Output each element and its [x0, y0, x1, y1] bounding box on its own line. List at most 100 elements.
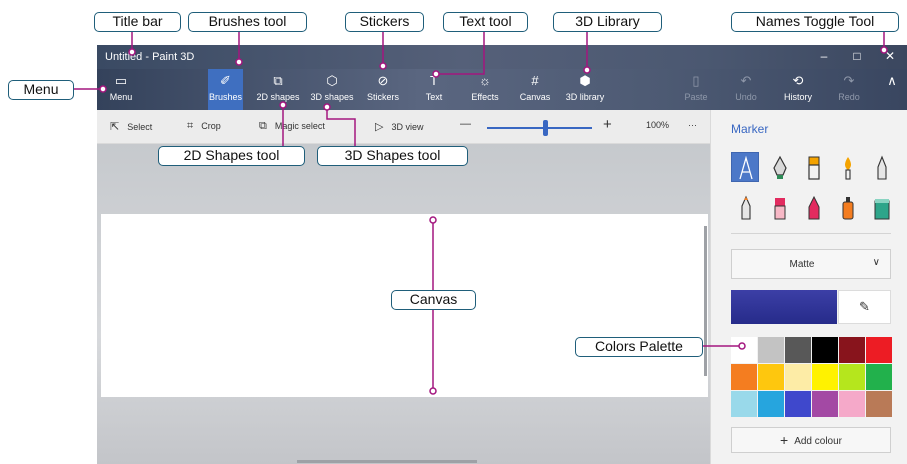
color-swatch[interactable]: [839, 364, 865, 390]
color-swatch[interactable]: [785, 337, 811, 363]
paste-button[interactable]: ▯ Paste: [681, 69, 711, 110]
callout-3d-library: 3D Library: [553, 12, 662, 32]
color-swatch[interactable]: [785, 391, 811, 417]
undo-icon: ↶: [740, 73, 752, 88]
tab-stickers[interactable]: ⊘ Stickers: [364, 69, 402, 110]
magic-select-button[interactable]: ⧉ Magic select: [259, 120, 325, 133]
tab-3d-shapes[interactable]: ⬡ 3D shapes: [309, 69, 355, 110]
tab-effects-label: Effects: [471, 92, 499, 102]
marker-brush[interactable]: [731, 152, 759, 182]
color-swatch[interactable]: [866, 364, 892, 390]
callout-title-bar: Title bar: [94, 12, 181, 32]
calligraphy-pen-icon: [773, 155, 787, 179]
watercolor-icon: [845, 157, 851, 180]
history-button[interactable]: ⟲ History: [780, 69, 816, 110]
finish-dropdown[interactable]: Matte ∨: [731, 249, 891, 279]
calligraphy-pen-brush[interactable]: [765, 152, 793, 182]
color-swatch[interactable]: [731, 364, 757, 390]
tab-3d-shapes-label: 3D shapes: [310, 92, 354, 102]
color-swatch[interactable]: [839, 337, 865, 363]
pencil-icon: [877, 155, 887, 180]
ribbon: ▭ Menu ✐ Brushes ⧉ 2D shapes ⬡ 3D shapes…: [97, 69, 907, 110]
tab-2d-shapes[interactable]: ⧉ 2D shapes: [255, 69, 301, 110]
clipboard-icon: ▯: [692, 73, 700, 88]
crop-button[interactable]: ⌗ Crop: [187, 120, 221, 133]
highlighter-brush[interactable]: [833, 192, 861, 222]
zoom-slider-thumb[interactable]: [542, 120, 548, 136]
sun-icon: ☼: [479, 73, 491, 88]
tab-canvas[interactable]: # Canvas: [518, 69, 552, 110]
minimize-button[interactable]: –: [816, 49, 832, 63]
vertical-scrollbar[interactable]: [704, 226, 707, 376]
chevron-down-icon: ∨: [872, 257, 880, 268]
eyedropper-icon: ✎: [859, 299, 870, 314]
color-swatch[interactable]: [812, 391, 838, 417]
names-toggle-button[interactable]: ∧: [882, 69, 902, 110]
tab-canvas-label: Canvas: [519, 92, 551, 102]
select-button[interactable]: ⇱ Select: [110, 120, 152, 133]
maximize-button[interactable]: □: [849, 49, 865, 63]
eyedropper-button[interactable]: ✎: [838, 290, 891, 324]
3d-view-button[interactable]: ▷ 3D view: [375, 120, 423, 133]
select-label: Select: [127, 122, 153, 132]
tab-3d-library[interactable]: ⬢ 3D library: [563, 69, 607, 110]
redo-icon: ↷: [843, 73, 855, 88]
color-swatch[interactable]: [812, 337, 838, 363]
color-swatch[interactable]: [731, 391, 757, 417]
zoom-out-button[interactable]: —: [460, 118, 471, 130]
undo-button[interactable]: ↶ Undo: [731, 69, 761, 110]
color-swatch[interactable]: [785, 364, 811, 390]
library-icon: ⬢: [579, 73, 591, 88]
history-icon: ⟲: [792, 73, 804, 88]
crayon-icon: [741, 195, 751, 220]
color-swatch[interactable]: [731, 337, 757, 363]
crayon-brush[interactable]: [731, 192, 759, 222]
add-colour-button[interactable]: + Add colour: [731, 427, 891, 453]
tab-effects[interactable]: ☼ Effects: [468, 69, 502, 110]
tab-brushes[interactable]: ✐ Brushes: [208, 69, 243, 110]
color-swatch[interactable]: [812, 364, 838, 390]
color-swatch[interactable]: [866, 391, 892, 417]
plus-icon: +: [780, 432, 789, 448]
tab-text[interactable]: T Text: [419, 69, 449, 110]
undo-label: Undo: [735, 92, 757, 102]
oil-brush-icon: [808, 156, 820, 180]
horizontal-scrollbar[interactable]: [297, 460, 477, 463]
spray-can-brush[interactable]: [799, 192, 827, 222]
toolbar: ⇱ Select ⌗ Crop ⧉ Magic select ▷ 3D view — +…: [97, 110, 710, 144]
shapes-2d-icon: ⧉: [273, 73, 283, 88]
marker-icon: [739, 155, 753, 180]
color-swatch[interactable]: [758, 337, 784, 363]
text-icon: T: [430, 73, 438, 88]
magic-select-label: Magic select: [274, 121, 325, 131]
callout-colors-palette: Colors Palette: [575, 337, 703, 357]
zoom-slider[interactable]: [487, 120, 592, 136]
zoom-in-button[interactable]: +: [603, 116, 612, 133]
add-colour-label: Add colour: [794, 436, 842, 447]
color-swatch[interactable]: [839, 391, 865, 417]
fill-brush[interactable]: [867, 192, 895, 222]
redo-button[interactable]: ↷ Redo: [834, 69, 864, 110]
color-swatch[interactable]: [866, 337, 892, 363]
pixel-pen-brush[interactable]: [765, 192, 793, 222]
more-options-button[interactable]: ···: [688, 120, 697, 130]
panel-title: Marker: [731, 122, 769, 136]
menu-button[interactable]: ▭ Menu: [101, 69, 141, 110]
oil-brush-brush[interactable]: [799, 152, 827, 182]
callout-names-toggle: Names Toggle Tool: [731, 12, 899, 32]
color-swatch[interactable]: [758, 364, 784, 390]
finish-value: Matte: [789, 259, 815, 270]
3d-view-label: 3D view: [391, 122, 424, 132]
history-label: History: [783, 92, 812, 102]
color-swatch[interactable]: [758, 391, 784, 417]
watercolor-brush[interactable]: [833, 152, 861, 182]
pencil-brush[interactable]: [867, 152, 895, 182]
sticker-icon: ⊘: [377, 73, 389, 88]
chevron-up-icon: ∧: [887, 73, 897, 88]
close-button[interactable]: ✕: [882, 49, 898, 63]
paste-label: Paste: [684, 92, 708, 102]
current-color[interactable]: [731, 290, 837, 324]
fill-bucket-icon: [874, 199, 890, 220]
title-bar: Untitled - Paint 3D – □ ✕: [97, 45, 907, 69]
tab-3d-library-label: 3D library: [565, 92, 605, 102]
